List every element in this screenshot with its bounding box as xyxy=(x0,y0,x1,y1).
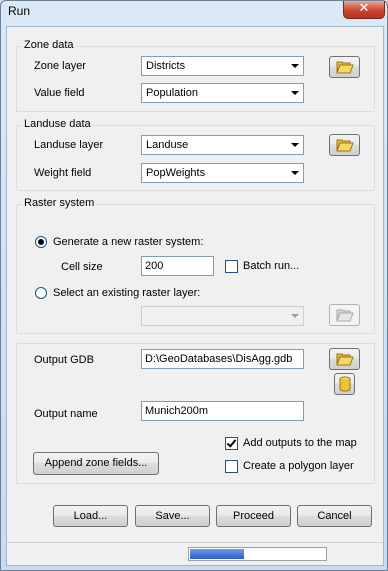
dialog-client-area: Zone data Zone layer Districts Value fie… xyxy=(6,26,384,566)
value-field-value: Population xyxy=(146,87,198,99)
output-gdb-input[interactable]: D:\GeoDatabases\DisAgg.gdb xyxy=(141,349,304,369)
landuse-layer-label: Landuse layer xyxy=(34,139,104,151)
window-title: Run xyxy=(8,4,31,18)
append-zone-fields-button[interactable]: Append zone fields... xyxy=(33,452,159,475)
load-button[interactable]: Load... xyxy=(53,505,128,527)
weight-field-value: PopWeights xyxy=(146,167,206,179)
weight-field-dropdown[interactable]: PopWeights xyxy=(141,163,304,183)
zone-layer-label: Zone layer xyxy=(34,60,86,72)
chevron-down-icon[interactable] xyxy=(287,165,302,181)
chevron-down-icon[interactable] xyxy=(287,137,302,153)
add-outputs-checkbox[interactable] xyxy=(225,437,238,450)
cell-size-value: 200 xyxy=(145,260,164,272)
output-name-value: Munich200m xyxy=(145,405,208,417)
database-cylinder-icon xyxy=(339,376,350,392)
zone-data-legend: Zone data xyxy=(22,39,76,51)
add-outputs-label[interactable]: Add outputs to the map xyxy=(243,437,357,449)
raster-system-legend: Raster system xyxy=(22,197,97,209)
append-zone-fields-label: Append zone fields... xyxy=(44,457,148,469)
landuse-layer-dropdown[interactable]: Landuse xyxy=(141,135,304,155)
zone-layer-dropdown[interactable]: Districts xyxy=(141,56,304,76)
polygon-layer-checkbox[interactable] xyxy=(225,460,238,473)
existing-raster-label[interactable]: Select an existing raster layer: xyxy=(53,287,200,299)
polygon-layer-label[interactable]: Create a polygon layer xyxy=(243,460,354,472)
progress-bar-fill xyxy=(190,549,244,559)
load-button-label: Load... xyxy=(73,510,108,522)
value-field-label: Value field xyxy=(34,87,85,99)
cancel-button[interactable]: Cancel xyxy=(297,505,372,527)
batch-run-label[interactable]: Batch run... xyxy=(243,260,299,272)
proceed-button[interactable]: Proceed xyxy=(216,505,291,527)
landuse-layer-value: Landuse xyxy=(146,139,189,151)
zone-browse-button[interactable] xyxy=(329,56,360,78)
chevron-down-icon[interactable] xyxy=(287,308,302,324)
generate-raster-label[interactable]: Generate a new raster system: xyxy=(53,236,203,248)
cancel-button-label: Cancel xyxy=(317,510,352,522)
save-button[interactable]: Save... xyxy=(135,505,210,527)
gdb-browse-button[interactable] xyxy=(329,348,360,370)
open-folder-icon xyxy=(335,309,354,322)
chevron-down-icon[interactable] xyxy=(287,85,302,101)
cell-size-input[interactable]: 200 xyxy=(141,256,214,276)
zone-layer-value: Districts xyxy=(146,60,186,72)
existing-raster-dropdown[interactable] xyxy=(141,306,304,326)
proceed-button-label: Proceed xyxy=(233,510,274,522)
cell-size-label: Cell size xyxy=(61,261,103,273)
batch-run-checkbox[interactable] xyxy=(225,260,238,273)
status-bar xyxy=(7,542,383,566)
generate-raster-radio[interactable] xyxy=(35,236,47,248)
value-field-dropdown[interactable]: Population xyxy=(141,83,304,103)
progress-bar xyxy=(188,547,327,561)
existing-raster-radio[interactable] xyxy=(35,287,47,299)
output-gdb-label: Output GDB xyxy=(34,354,94,366)
output-name-label: Output name xyxy=(34,408,98,420)
output-name-input[interactable]: Munich200m xyxy=(141,401,304,421)
landuse-browse-button[interactable] xyxy=(329,134,360,156)
open-folder-icon xyxy=(335,61,354,74)
run-dialog-window: Run ✕ Zone data Zone layer Districts Val… xyxy=(0,0,388,571)
title-bar[interactable]: Run ✕ xyxy=(1,1,387,23)
weight-field-label: Weight field xyxy=(34,167,92,179)
close-icon: ✕ xyxy=(358,1,370,16)
chevron-down-icon[interactable] xyxy=(287,58,302,74)
new-gdb-button[interactable] xyxy=(334,373,355,395)
close-button[interactable]: ✕ xyxy=(343,1,385,19)
open-folder-icon xyxy=(335,139,354,152)
landuse-data-legend: Landuse data xyxy=(22,118,93,130)
output-gdb-value: D:\GeoDatabases\DisAgg.gdb xyxy=(145,353,293,365)
raster-browse-button[interactable] xyxy=(329,304,360,326)
open-folder-icon xyxy=(335,353,354,366)
save-button-label: Save... xyxy=(155,510,190,522)
